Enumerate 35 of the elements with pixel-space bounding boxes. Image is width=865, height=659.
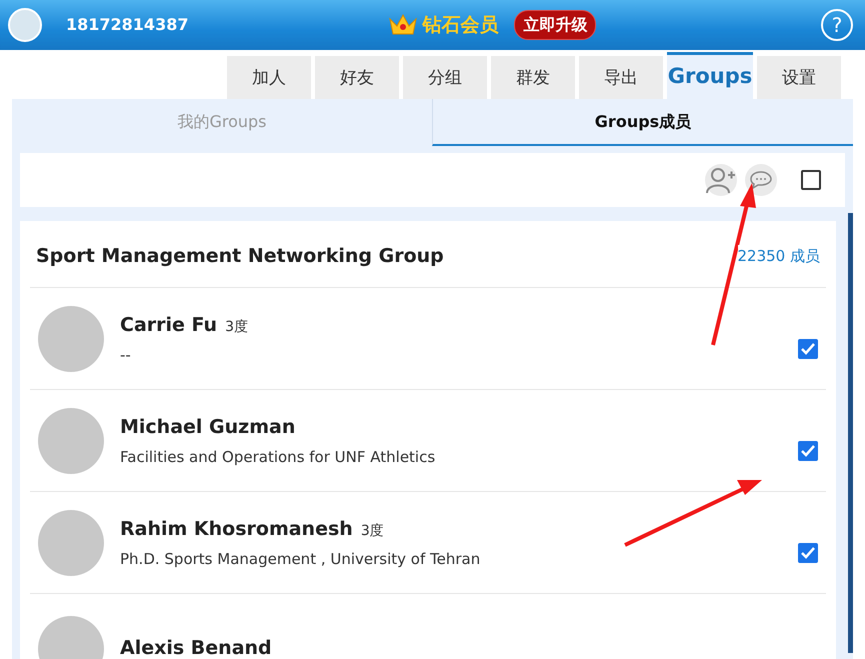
sub-tab[interactable]: Groups成员 [432, 99, 853, 146]
member-name: Michael Guzman [120, 415, 296, 440]
profile-picture [8, 8, 42, 42]
tab[interactable]: 好友 [315, 56, 399, 99]
checkmark-icon [801, 445, 815, 457]
member-checkbox[interactable] [798, 339, 818, 359]
membership-label: 钻石会员 [422, 12, 498, 38]
upgrade-button[interactable]: 立即升级 [514, 10, 596, 40]
member-name: Alexis Benand [120, 636, 272, 659]
tab[interactable]: 群发 [491, 56, 575, 99]
connection-degree: 3度 [360, 522, 384, 541]
member-headline: Ph.D. Sports Management , University of Tehran [120, 548, 482, 570]
tab[interactable]: Groups [667, 52, 753, 99]
member-name: Rahim Khosromanesh [120, 517, 353, 542]
phone-number: 18172814387 [66, 14, 188, 36]
group-name: Sport Management Networking Group [36, 244, 444, 269]
member-headline: -- [120, 344, 132, 366]
tab[interactable]: 加人 [227, 56, 311, 99]
checkmark-icon [801, 547, 815, 559]
member-name: Carrie Fu [120, 313, 218, 338]
member-checkbox[interactable] [798, 543, 818, 563]
member-checkbox[interactable] [798, 441, 818, 461]
crown-icon [388, 13, 418, 37]
tab[interactable]: 分组 [403, 56, 487, 99]
tab[interactable]: 导出 [579, 56, 663, 99]
select-all-checkbox[interactable] [801, 170, 821, 190]
scrollbar[interactable] [848, 213, 853, 653]
checkmark-icon [801, 343, 815, 355]
connection-degree: 3度 [225, 318, 248, 337]
tab[interactable]: 设置 [757, 56, 841, 99]
add-person-button[interactable] [705, 164, 737, 196]
message-button[interactable] [745, 164, 777, 196]
member-headline: Facilities and Operations for UNF Athletics [120, 446, 436, 468]
speech-bubble-icon [749, 170, 773, 190]
add-person-icon [706, 166, 736, 194]
